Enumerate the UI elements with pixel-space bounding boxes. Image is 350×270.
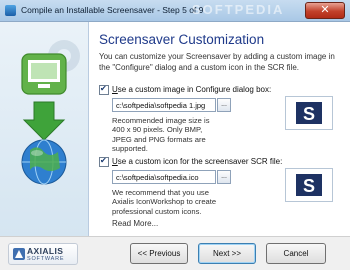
read-more-link[interactable]: Read More... (112, 219, 158, 228)
next-button[interactable]: Next >> (198, 243, 256, 264)
wizard-illustration (21, 40, 80, 185)
title-bar: Compile an Installable Screensaver - Ste… (0, 0, 350, 22)
globe-icon (21, 139, 67, 185)
scr-icon-path-input[interactable]: c:\softpedia\softpedia.ico (112, 170, 216, 184)
wizard-content: Screensaver Customization You can custom… (89, 22, 350, 236)
scr-icon-checkbox[interactable] (99, 156, 109, 167)
svg-text:S: S (303, 176, 315, 196)
scr-icon-browse-button[interactable]: ... (217, 170, 231, 184)
logo-name: AXIALIS (27, 246, 64, 256)
intro-text: You can customize your Screensaver by ad… (99, 52, 335, 72)
page-title: Screensaver Customization (99, 32, 265, 47)
previous-button[interactable]: << Previous (130, 243, 188, 264)
softpedia-logo-icon: S (296, 102, 322, 124)
logo-subtitle: SOFTWARE (27, 256, 65, 262)
window-title: Compile an Installable Screensaver - Ste… (21, 5, 204, 15)
configure-image-checkbox[interactable] (99, 84, 109, 95)
axialis-logo: AXIALIS SOFTWARE (8, 243, 78, 265)
configure-image-preview: S (285, 96, 333, 130)
wizard-button-bar: AXIALIS SOFTWARE << Previous Next >> Can… (0, 236, 350, 270)
watermark: SOFTPEDIA (192, 2, 285, 17)
configure-image-browse-button[interactable]: ... (217, 98, 231, 112)
app-icon (5, 5, 16, 16)
configure-image-path-input[interactable]: c:\softpedia\softpedia 1.jpg (112, 98, 216, 112)
configure-image-label[interactable]: Use a custom image in Configure dialog b… (112, 85, 271, 94)
monitor-icon (21, 53, 67, 95)
close-button[interactable]: ✕ (305, 2, 345, 19)
scr-icon-note: We recommend that you use Axialis IconWo… (112, 188, 217, 216)
axialis-logo-icon (13, 248, 25, 260)
configure-image-note: Recommended image size is 400 x 90 pixel… (112, 116, 210, 154)
wizard-illustration-panel (0, 22, 89, 236)
softpedia-logo-icon: S (296, 174, 322, 196)
svg-text:S: S (303, 104, 315, 124)
scr-icon-preview: S (285, 168, 333, 202)
scr-icon-label[interactable]: Use a custom icon for the screensaver SC… (112, 157, 282, 166)
download-arrow-icon (22, 101, 66, 141)
cancel-button[interactable]: Cancel (266, 243, 326, 264)
